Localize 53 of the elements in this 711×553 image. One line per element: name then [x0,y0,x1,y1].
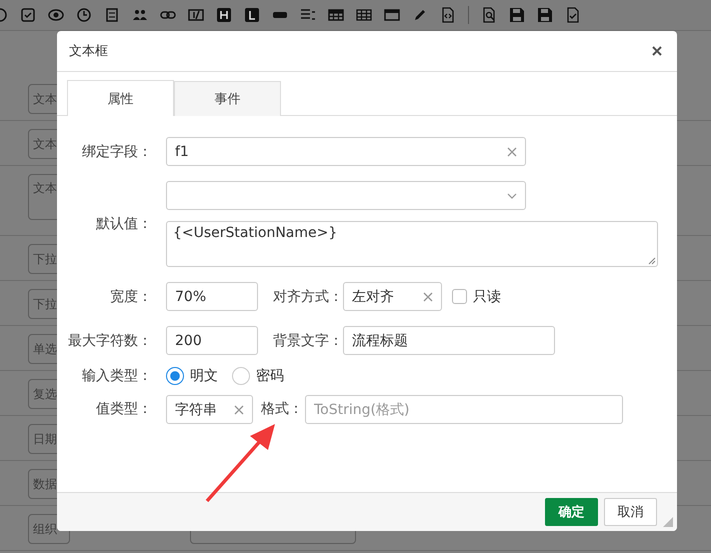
pencil-icon[interactable] [412,7,428,23]
people-icon[interactable] [132,7,148,23]
tab[interactable]: 属性 [67,80,174,116]
radio-icon[interactable] [48,7,64,23]
field-label: 背景文字： [272,332,343,350]
clock-icon[interactable] [76,7,92,23]
table-icon[interactable] [328,7,344,23]
clear-icon[interactable] [507,146,517,156]
code-icon[interactable] [440,7,456,23]
field-label: 宽度： [109,288,152,306]
grid-icon[interactable] [356,7,372,23]
field-label: 绑定字段： [81,142,152,160]
field-value: f1 [175,144,189,160]
doccheck-icon[interactable] [565,7,581,23]
clear-icon[interactable] [423,292,433,302]
preview-icon[interactable] [481,7,497,23]
save-icon[interactable] [537,7,553,23]
value-type-select[interactable]: 字符串 [166,395,253,424]
checkbox-icon[interactable] [20,7,36,23]
width-input[interactable]: 70% [166,282,258,311]
dropdown-field[interactable] [166,181,526,210]
tab[interactable]: 事件 [174,81,281,116]
field-label: 对齐方式： [272,288,343,306]
field-value: 字符串 [175,400,217,418]
chevron-down-icon [507,192,517,198]
dialog-title: 文本框 [69,43,108,60]
radio-button[interactable] [166,367,184,385]
checkbox-label: 只读 [473,288,501,306]
field-label: 值类型： [95,400,152,419]
close-icon[interactable] [651,45,663,57]
bind-field-input[interactable]: f1 [166,137,526,166]
field-label: 默认值： [95,215,152,233]
window-icon[interactable] [384,7,400,23]
radio-label: 密码 [256,367,284,385]
confirm-button[interactable]: 确定 [545,498,598,526]
field-value: 左对齐 [352,288,394,306]
readonly-checkbox[interactable] [452,289,467,304]
field-label: 格式： [260,400,303,419]
clear-icon[interactable] [234,404,244,414]
resize-grip-icon[interactable] [648,257,656,265]
max-length-input[interactable]: 200 [166,326,258,355]
field-label: 输入类型： [81,367,152,385]
default-value-textarea[interactable]: {<UserStationName>} [166,221,658,267]
save-icon[interactable] [509,7,525,23]
align-select[interactable]: 左对齐 [343,282,442,311]
radio-button[interactable] [232,367,250,385]
field-value: {<UserStationName>} [173,225,338,241]
format-input[interactable]: ToString(格式) [305,395,623,424]
placeholder-text-input[interactable]: 流程标题 [343,326,555,355]
resize-handle-icon[interactable] [663,517,673,527]
field-label: 最大字符数： [67,332,152,350]
cancel-button[interactable]: 取消 [604,498,657,526]
radio-label: 明文 [190,367,218,385]
